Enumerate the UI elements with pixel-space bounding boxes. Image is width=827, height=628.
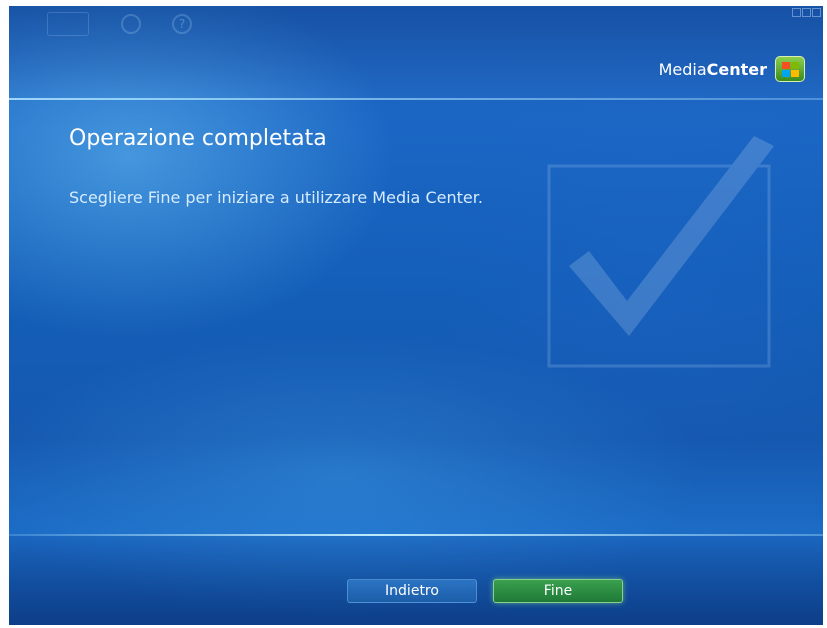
- media-center-brand: MediaCenter: [659, 56, 805, 82]
- brand-name: MediaCenter: [659, 60, 767, 79]
- header-divider: [9, 98, 823, 100]
- logo-flag-green: [791, 62, 799, 69]
- window-controls: [792, 8, 821, 17]
- back-button[interactable]: Indietro: [347, 579, 477, 603]
- logo-flag-yellow: [791, 70, 799, 77]
- media-center-window: ? MediaCenter Operazione completata Sceg…: [9, 6, 823, 625]
- page-subtitle: Scegliere Fine per iniziare a utilizzare…: [69, 188, 483, 207]
- media-center-logo-icon: [775, 56, 805, 82]
- finish-button[interactable]: Fine: [493, 579, 623, 603]
- brand-name-regular: Media: [658, 59, 707, 79]
- help-icon[interactable]: ?: [172, 14, 192, 34]
- minimize-button[interactable]: [792, 8, 801, 17]
- brand-name-bold: Center: [706, 59, 767, 79]
- logo-flag-red: [782, 62, 790, 69]
- globe-icon[interactable]: [121, 14, 141, 34]
- close-button[interactable]: [812, 8, 821, 17]
- title-bar: ?: [9, 6, 823, 42]
- back-icon[interactable]: [47, 12, 89, 36]
- page-title: Operazione completata: [69, 126, 327, 151]
- logo-flag-blue: [782, 70, 790, 77]
- checkmark-icon: [547, 136, 774, 368]
- maximize-button[interactable]: [802, 8, 811, 17]
